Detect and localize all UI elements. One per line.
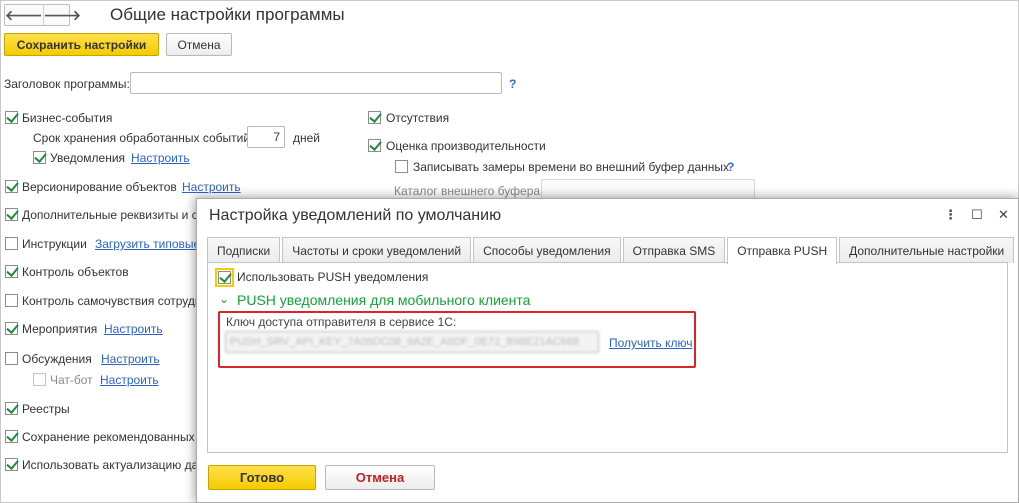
dialog-tabs: Подписки Частоты и сроки уведомлений Спо… [207,237,1016,264]
notifications-checkbox[interactable] [33,151,46,164]
cancel-button[interactable]: Отмена [166,33,232,56]
external-buffer-label: Записывать замеры времени во внешний буф… [413,160,730,174]
instructions-label: Инструкции [22,237,87,251]
versioning-label: Версионирование объектов [22,180,177,194]
push-group-title[interactable]: PUSH уведомления для мобильного клиента [237,292,530,308]
events-configure-link[interactable]: Настроить [104,322,163,336]
sender-key-input[interactable]: PUSH_SRV_API_KEY_7A06DC08_9A2E_A6DF_0E72… [225,331,599,353]
help-icon[interactable]: ? [727,160,734,174]
absences-label: Отсутствия [386,111,450,125]
retention-label: Срок хранения обработанных событий: [33,131,254,145]
chatbot-label: Чат-бот [50,373,93,387]
tab-frequencies[interactable]: Частоты и сроки уведомлений [282,237,472,263]
close-icon[interactable]: ✕ [998,207,1009,223]
recommended-checkbox[interactable] [5,430,18,443]
absences-checkbox[interactable] [368,111,381,124]
retention-unit: дней [293,131,321,145]
tab-push[interactable]: Отправка PUSH [727,237,838,264]
performance-checkbox[interactable] [368,139,381,152]
tab-methods[interactable]: Способы уведомления [473,237,621,263]
chatbot-checkbox[interactable] [33,373,46,386]
extra-attributes-label: Дополнительные реквизиты и св [22,208,205,222]
dialog-title: Настройка уведомлений по умолчанию [209,207,502,224]
recommended-label: Сохранение рекомендованных [22,430,195,444]
page-title: Общие настройки программы [110,5,345,24]
back-arrow-icon[interactable]: 🡐 [5,5,43,25]
use-push-checkbox[interactable] [215,268,234,287]
performance-label: Оценка производительности [386,139,546,153]
tab-subscriptions[interactable]: Подписки [207,237,281,263]
push-tab-panel: Использовать PUSH уведомления ⌄ PUSH уве… [207,262,1008,453]
versioning-checkbox[interactable] [5,180,18,193]
notifications-label: Уведомления [50,151,126,165]
extra-attributes-checkbox[interactable] [5,208,18,221]
instructions-checkbox[interactable] [5,237,18,250]
object-control-label: Контроль объектов [22,265,129,279]
program-header-input[interactable] [130,72,502,94]
forward-arrow-icon[interactable]: 🡒 [42,5,81,25]
maximize-icon[interactable]: ☐ [971,207,983,223]
load-typical-link[interactable]: Загрузить типовые [95,237,200,251]
retention-days-input[interactable]: 7 [247,126,285,148]
object-control-checkbox[interactable] [5,265,18,278]
notifications-configure-link[interactable]: Настроить [131,151,190,165]
notification-settings-dialog: Настройка уведомлений по умолчанию ⋮ ☐ ✕… [196,198,1019,503]
discussions-checkbox[interactable] [5,352,18,365]
sender-key-label: Ключ доступа отправителя в сервисе 1С: [226,315,457,329]
dialog-cancel-button[interactable]: Отмена [325,465,435,490]
wellbeing-label: Контроль самочувствия сотрудн [22,294,202,308]
actualization-checkbox[interactable] [5,458,18,471]
program-header-label: Заголовок программы: [4,77,130,91]
tab-additional[interactable]: Дополнительные настройки [839,237,1015,263]
history-nav: 🡐 🡒 [4,4,81,26]
events-checkbox[interactable] [5,322,18,335]
business-events-checkbox[interactable] [5,111,18,124]
external-buffer-checkbox[interactable] [395,160,408,173]
buffer-catalog-label: Каталог внешнего буфера: [394,184,544,198]
discussions-configure-link[interactable]: Настроить [101,352,160,366]
get-key-link[interactable]: Получить ключ [609,336,692,350]
chevron-down-icon[interactable]: ⌄ [219,292,229,306]
done-button[interactable]: Готово [208,465,316,490]
business-events-label: Бизнес-события [22,111,113,125]
wellbeing-checkbox[interactable] [5,294,18,307]
registers-label: Реестры [22,402,70,416]
more-menu-icon[interactable]: ⋮ [944,207,957,223]
chatbot-configure-link[interactable]: Настроить [100,373,159,387]
events-label: Мероприятия [22,322,98,336]
use-push-label: Использовать PUSH уведомления [237,270,429,284]
actualization-label: Использовать актуализацию да [22,458,199,472]
help-icon[interactable]: ? [509,77,516,91]
registers-checkbox[interactable] [5,402,18,415]
discussions-label: Обсуждения [22,352,92,366]
save-settings-button[interactable]: Сохранить настройки [4,33,159,56]
versioning-configure-link[interactable]: Настроить [182,180,241,194]
tab-sms[interactable]: Отправка SMS [622,237,726,263]
